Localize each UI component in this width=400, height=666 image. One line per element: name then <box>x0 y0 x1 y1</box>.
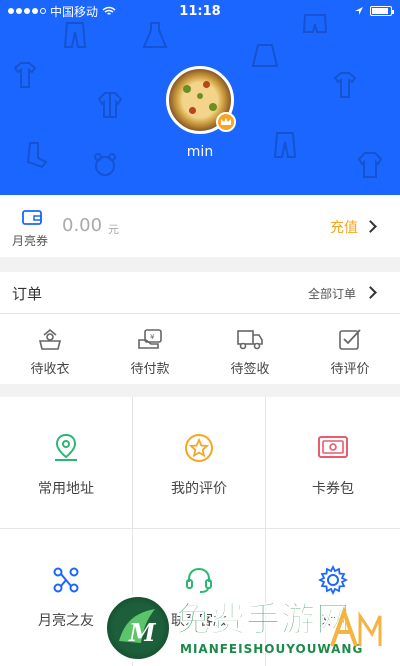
crown-badge-icon <box>216 112 236 132</box>
service-label: 卡券包 <box>312 481 354 497</box>
status-bar: 中国移动 11:18 <box>0 0 400 22</box>
orders-header: 订单 全部订单 <box>0 272 400 314</box>
watermark-secondary-logo-icon <box>328 605 384 656</box>
truck-icon <box>237 330 263 350</box>
service-label: 我的评价 <box>171 481 227 497</box>
recharge-button[interactable]: 充值 <box>330 217 358 237</box>
order-status-bar: 待收衣 ¥ 待付款 待签收 待评价 <box>0 314 400 384</box>
all-orders-link[interactable]: 全部订单 <box>308 285 356 302</box>
order-status-label: 待付款 <box>130 362 170 377</box>
order-pending-pickup[interactable]: 待收衣 <box>0 314 100 384</box>
carrier-label: 中国移动 <box>50 4 99 19</box>
coupon-balance-label: 月亮券 <box>12 234 49 248</box>
coupon-icon <box>318 436 348 458</box>
pants-pattern-icon <box>63 22 87 48</box>
watermark-title: 免费手游网 <box>176 600 351 641</box>
svg-text:M: M <box>128 618 157 647</box>
shirt-pattern-icon <box>13 62 37 88</box>
order-pending-payment[interactable]: ¥ 待付款 <box>100 314 200 384</box>
network-icon <box>53 567 79 593</box>
wallet-icon <box>22 210 42 225</box>
orders-title: 订单 <box>12 285 43 303</box>
checkbox-edit-icon <box>339 329 361 350</box>
jacket-pattern-icon <box>97 92 123 118</box>
coat-pattern-icon <box>333 72 357 98</box>
payment-icon: ¥ <box>138 329 162 349</box>
svg-text:¥: ¥ <box>150 333 155 341</box>
service-reviews[interactable]: 我的评价 <box>133 397 266 529</box>
balance-amount: 0.00 <box>62 215 103 236</box>
battery-icon <box>370 6 394 16</box>
star-icon <box>185 434 213 462</box>
headset-icon <box>186 567 212 593</box>
wifi-icon <box>102 6 116 15</box>
signal-icon <box>8 8 46 14</box>
shirt-box-icon <box>38 328 62 350</box>
location-arrow-icon <box>355 7 363 15</box>
balance-unit: 元 <box>108 223 119 236</box>
service-address[interactable]: 常用地址 <box>0 397 133 529</box>
order-pending-delivery[interactable]: 待签收 <box>200 314 300 384</box>
location-pin-icon <box>55 433 77 461</box>
order-pending-review[interactable]: 待评价 <box>300 314 400 384</box>
order-status-label: 待签收 <box>230 362 270 377</box>
service-label: 常用地址 <box>38 481 94 497</box>
profile-header: min <box>0 0 400 195</box>
service-coupons[interactable]: 卡券包 <box>266 397 400 529</box>
skirt-pattern-icon <box>251 44 279 67</box>
order-status-label: 待评价 <box>330 362 370 377</box>
order-status-label: 待收衣 <box>30 362 70 377</box>
username: min <box>186 144 214 160</box>
chevron-right-icon[interactable] <box>364 220 377 233</box>
gear-icon <box>318 565 348 595</box>
chevron-right-icon[interactable] <box>364 286 377 299</box>
dress-pattern-icon <box>142 22 168 48</box>
balance-row: 月亮券 0.00 元 充值 <box>0 195 400 257</box>
watermark-logo-icon: M <box>104 594 172 662</box>
